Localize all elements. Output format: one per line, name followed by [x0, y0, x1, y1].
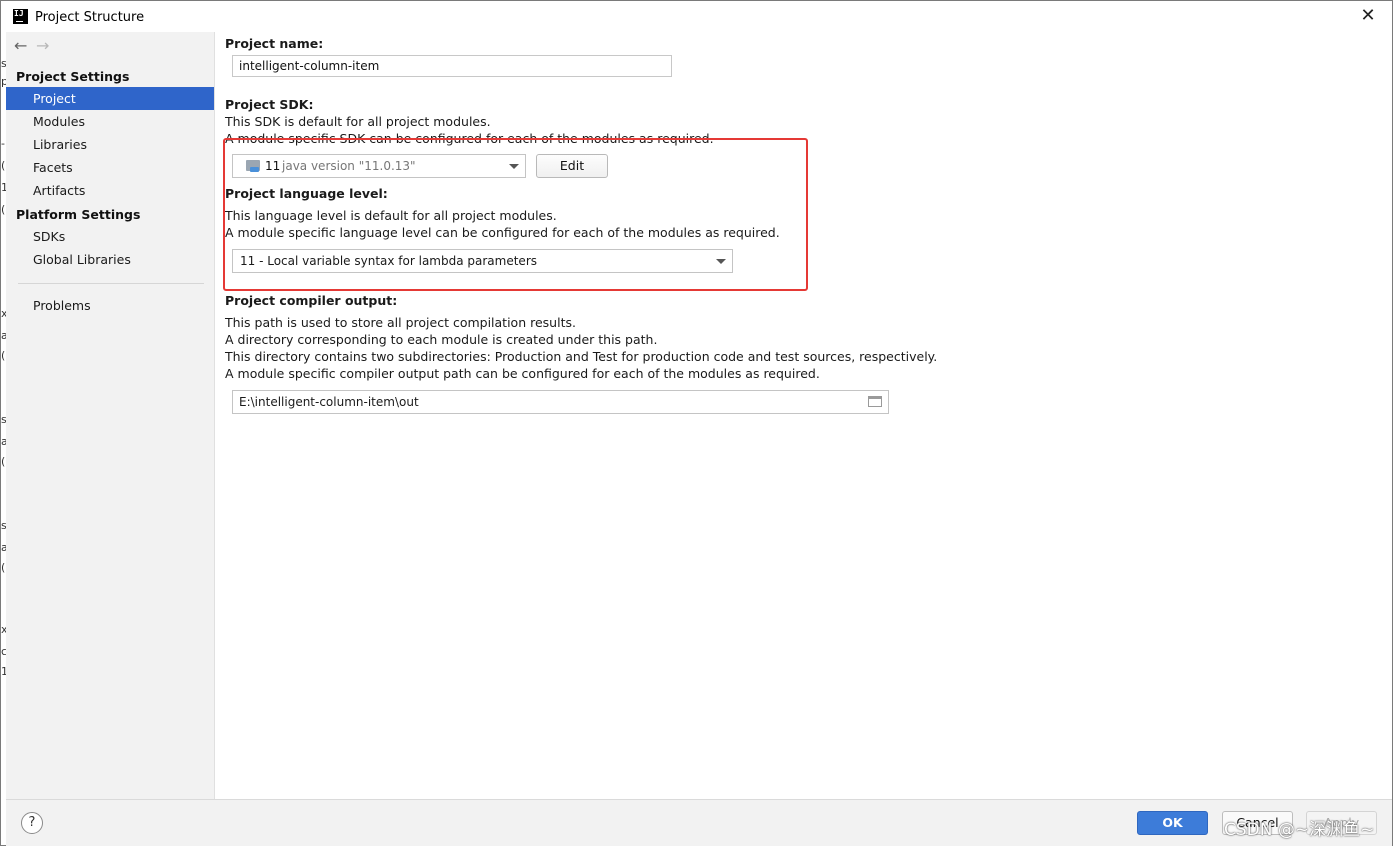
platform-settings-header: Platform Settings [16, 207, 141, 222]
project-name-label: Project name: [225, 36, 324, 51]
sidebar-divider [18, 283, 204, 284]
dialog-footer: ? OK Cancel Apply [6, 799, 1392, 846]
project-name-input[interactable] [232, 55, 672, 77]
sidebar-item-global-libraries[interactable]: Global Libraries [6, 248, 214, 271]
output-description-4: A module specific compiler output path c… [225, 366, 820, 381]
settings-sidebar: ← → Project Settings Project Modules Libr… [6, 32, 215, 799]
sdk-description-1: This SDK is default for all project modu… [225, 114, 491, 129]
sidebar-item-project[interactable]: Project [6, 87, 214, 110]
sidebar-item-sdks[interactable]: SDKs [6, 225, 214, 248]
output-path-value: E:\intelligent-column-item\out [239, 395, 419, 409]
compiler-output-path-field[interactable]: E:\intelligent-column-item\out [232, 390, 889, 414]
close-icon[interactable]: ✕ [1359, 7, 1377, 25]
project-structure-window: IJ Project Structure ✕ s p - ( 1 ( x a (… [0, 0, 1393, 846]
sidebar-item-modules[interactable]: Modules [6, 110, 214, 133]
sidebar-item-libraries[interactable]: Libraries [6, 133, 214, 156]
sidebar-item-problems[interactable]: Problems [6, 294, 214, 317]
output-description-2: A directory corresponding to each module… [225, 332, 658, 347]
sidebar-item-artifacts[interactable]: Artifacts [6, 179, 214, 202]
sidebar-item-facets[interactable]: Facets [6, 156, 214, 179]
window-title: Project Structure [35, 10, 145, 25]
csdn-watermark: CSDN @~深渊鱼~ [1224, 820, 1375, 840]
title-bar: IJ Project Structure ✕ [1, 1, 1392, 32]
intellij-app-icon: IJ [13, 9, 28, 24]
history-navigation: ← → [14, 36, 58, 55]
compiler-output-label: Project compiler output: [225, 293, 398, 308]
output-description-3: This directory contains two subdirectori… [225, 349, 938, 364]
help-icon[interactable]: ? [21, 812, 43, 834]
project-sdk-label: Project SDK: [225, 97, 314, 112]
project-settings-header: Project Settings [16, 69, 130, 84]
output-description-1: This path is used to store all project c… [225, 315, 576, 330]
forward-arrow-icon[interactable]: → [36, 36, 58, 55]
ok-button[interactable]: OK [1137, 811, 1208, 835]
back-arrow-icon[interactable]: ← [14, 36, 36, 55]
folder-browse-icon[interactable] [868, 396, 882, 407]
highlight-annotation-box [223, 138, 808, 291]
